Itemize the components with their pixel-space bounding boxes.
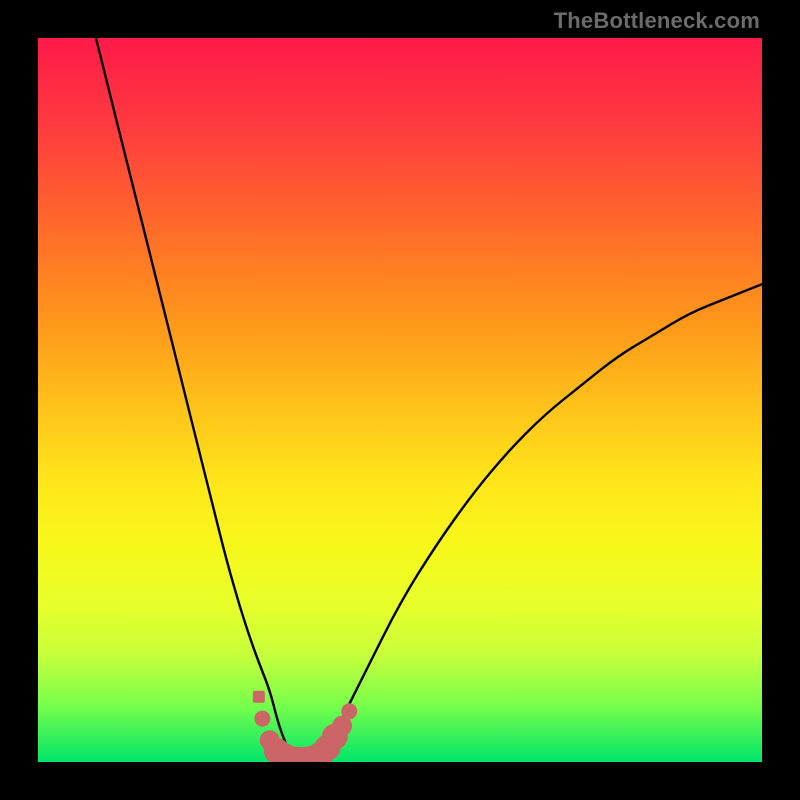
watermark-text: TheBottleneck.com [554, 8, 760, 34]
optimal-zone-dot [341, 703, 357, 719]
optimal-zone-outlier-dot [253, 691, 265, 703]
bottleneck-curve [96, 38, 762, 762]
optimal-zone-dot [254, 711, 270, 727]
plot-area [38, 38, 762, 762]
curve-layer [38, 38, 762, 762]
chart-frame: TheBottleneck.com [0, 0, 800, 800]
optimal-zone-marker [253, 691, 357, 762]
